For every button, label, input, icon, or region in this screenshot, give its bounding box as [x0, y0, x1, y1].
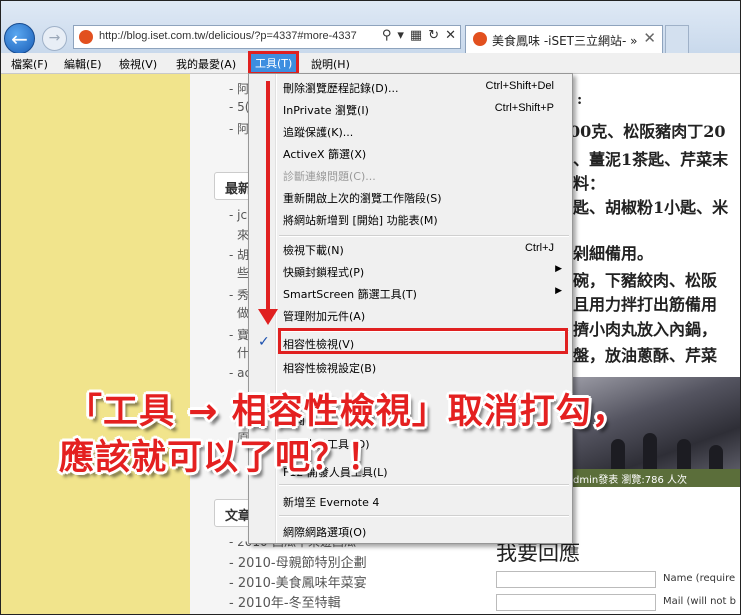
menu-item-label: SmartScreen 篩選工具(T) — [283, 288, 417, 301]
sidebar-fragment[interactable]: - 阿 — [229, 120, 249, 137]
menu-item-label: 診斷連線問題(C)... — [283, 170, 376, 183]
menu-item-tracking-protection[interactable]: 追蹤保護(K)... — [249, 120, 572, 142]
photo-figure — [643, 433, 657, 473]
menu-item-label: 網際網路選項(O) — [283, 526, 367, 539]
article-line: 且用力拌打出筋備用 — [573, 295, 718, 314]
menu-item-internet-options[interactable]: 網際網路選項(O) — [249, 520, 572, 542]
compat-view-icon[interactable]: ▦ — [410, 28, 422, 43]
name-field[interactable] — [496, 571, 656, 588]
menu-item-activex-filter[interactable]: ActiveX 篩選(X) — [249, 142, 572, 164]
menu-item-diagnose-connection: 診斷連線問題(C)... — [249, 164, 572, 186]
menu-item-view-downloads[interactable]: 檢視下載(N) Ctrl+J — [249, 238, 572, 260]
post-meta: dmin發表 瀏覽:786 人次 — [573, 469, 740, 487]
left-decoration — [1, 74, 190, 614]
menu-bar: 檔案(F) 編輯(E) 檢視(V) 我的最愛(A) 工具(T) 說明(H) — [1, 51, 740, 75]
sidebar-fragment[interactable]: - 寶 — [229, 326, 249, 343]
menu-item-label: 相容性檢視設定(B) — [283, 362, 377, 375]
sidebar-fragment[interactable]: - 胡 — [229, 246, 249, 263]
forward-button[interactable]: → — [42, 26, 67, 51]
menu-item-label: InPrivate 瀏覽(I) — [283, 104, 369, 117]
back-button[interactable]: ← — [4, 23, 35, 54]
menu-item-label: 重新開啟上次的瀏覽工作階段(S) — [283, 192, 442, 205]
menu-view[interactable]: 檢視(V) — [119, 56, 157, 72]
address-tools: ⚲ ▾ ▦ ↻ ✕ — [376, 28, 456, 43]
sidebar-fragment[interactable]: - 阿 — [229, 80, 249, 97]
menu-item-smartscreen[interactable]: SmartScreen 篩選工具(T) ▶ — [249, 282, 572, 304]
browser-tab[interactable]: 美食鳳味 -iSET三立網站- » ✕ — [465, 25, 663, 53]
mail-label: Mail (will not b — [663, 596, 736, 607]
mail-field[interactable] — [496, 594, 656, 611]
annotation-line-2: 應該就可以了吧？！ — [59, 438, 384, 478]
submenu-arrow-icon: ▶ — [555, 286, 562, 296]
menu-item-label: ActiveX 篩選(X) — [283, 148, 367, 161]
archive-link[interactable]: - 2010年-冬至特輯 — [229, 592, 341, 611]
menu-item-reopen-session[interactable]: 重新開啟上次的瀏覽工作階段(S) — [249, 186, 572, 208]
tab-favicon-icon — [473, 32, 487, 46]
menu-item-popup-blocker[interactable]: 快顯封鎖程式(P) ▶ — [249, 260, 572, 282]
navigation-bar: ← → http://blog.iset.com.tw/delicious/?p… — [1, 1, 740, 54]
browser-window: ← → http://blog.iset.com.tw/delicious/?p… — [0, 0, 741, 615]
sidebar-fragment[interactable]: - 秀 — [229, 286, 249, 303]
annotation-line-1: 「工具 → 相容性檢視」取消打勾， — [67, 392, 628, 432]
menu-item-label: 刪除瀏覽歷程記錄(D)... — [283, 82, 399, 95]
guide-arrow-icon — [266, 81, 270, 313]
menu-item-inprivate[interactable]: InPrivate 瀏覽(I) Ctrl+Shift+P — [249, 98, 572, 120]
site-favicon-icon — [79, 30, 93, 44]
forward-arrow-icon: → — [48, 30, 61, 46]
menu-file[interactable]: 檔案(F) — [11, 56, 48, 72]
checkmark-icon: ✓ — [258, 334, 270, 350]
article-line: 00克、松阪豬肉丁20 — [569, 122, 726, 141]
menu-separator — [279, 515, 569, 517]
sidebar-fragment[interactable]: - 5( — [229, 100, 249, 114]
article-line: 匙、胡椒粉1小匙、米 — [573, 198, 729, 217]
new-tab-button[interactable] — [665, 25, 689, 53]
menu-item-delete-history[interactable]: 刪除瀏覽歷程記錄(D)... Ctrl+Shift+Del — [249, 76, 572, 98]
stop-icon[interactable]: ✕ — [445, 28, 456, 43]
menu-item-label: 追蹤保護(K)... — [283, 126, 354, 139]
article-line: 剁細備用。 — [573, 244, 654, 263]
refresh-icon[interactable]: ↻ — [428, 28, 439, 43]
menu-item-add-to-start[interactable]: 將網站新增到 [開始] 功能表(M) — [249, 208, 572, 230]
menu-item-compatibility-settings[interactable]: 相容性檢視設定(B) — [249, 356, 572, 378]
archive-link[interactable]: - 2010-美食鳳味年菜宴 — [229, 572, 367, 591]
search-icon[interactable]: ⚲ — [382, 28, 392, 43]
menu-separator — [279, 484, 569, 486]
menu-item-label: 快顯封鎖程式(P) — [283, 266, 365, 279]
menu-item-shortcut: Ctrl+J — [524, 242, 554, 254]
article-line: 擠小肉丸放入內鍋， — [573, 320, 718, 339]
photo-figure — [611, 439, 625, 473]
menu-tools[interactable]: 工具(T) — [247, 51, 300, 75]
photo-figure — [677, 439, 691, 473]
menu-item-evernote[interactable]: 新增至 Evernote 4 — [249, 490, 572, 512]
name-label: Name (require — [663, 573, 736, 584]
menu-edit[interactable]: 編輯(E) — [64, 56, 102, 72]
menu-item-label: 檢視下載(N) — [283, 244, 344, 257]
back-arrow-icon: ← — [11, 27, 28, 51]
menu-item-label: 新增至 Evernote 4 — [283, 496, 380, 509]
menu-item-shortcut: Ctrl+Shift+P — [494, 102, 554, 114]
menu-item-label: 將網站新增到 [開始] 功能表(M) — [283, 214, 438, 227]
menu-favorites[interactable]: 我的最愛(A) — [176, 56, 236, 72]
tab-close-icon[interactable]: ✕ — [643, 29, 656, 47]
article-line: 、薑泥1茶匙、芹菜末 — [573, 150, 729, 169]
menu-item-label: 管理附加元件(A) — [283, 310, 366, 323]
menu-item-manage-addons[interactable]: 管理附加元件(A) — [249, 304, 572, 326]
dropdown-icon[interactable]: ▾ — [397, 28, 404, 43]
guide-arrowhead-icon — [258, 309, 278, 325]
submenu-arrow-icon: ▶ — [555, 264, 562, 274]
article-line: 料： — [573, 174, 606, 193]
sidebar-fragment[interactable]: - jc — [229, 208, 247, 222]
menu-help[interactable]: 說明(H) — [311, 56, 350, 72]
archive-link[interactable]: - 2010-母親節特別企劃 — [229, 552, 367, 571]
menu-separator — [279, 235, 569, 237]
highlight-box — [278, 328, 568, 354]
article-line: 盤，放油蔥酥、芹菜 — [573, 346, 718, 365]
address-url: http://blog.iset.com.tw/delicious/?p=433… — [99, 30, 357, 42]
article-line: : — [577, 92, 583, 108]
tab-title: 美食鳳味 -iSET三立網站- » — [492, 34, 638, 48]
article-line: 碗，下豬絞肉、松阪 — [573, 271, 718, 290]
menu-item-shortcut: Ctrl+Shift+Del — [485, 80, 554, 92]
address-bar[interactable]: http://blog.iset.com.tw/delicious/?p=433… — [73, 25, 461, 49]
